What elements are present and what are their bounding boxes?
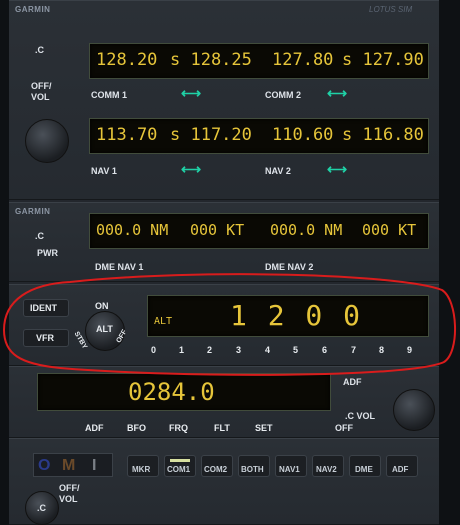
digit-6-button[interactable]: 6 — [322, 345, 327, 355]
set-button[interactable]: SET — [255, 423, 273, 433]
comm1-label: COMM 1 — [91, 90, 127, 100]
c-label: .C — [35, 45, 44, 55]
audio-dme-button[interactable]: DME — [349, 455, 381, 477]
dme-panel: GARMIN .C PWR 000.0 NM 000 KT 000.0 NM 0… — [9, 202, 439, 282]
nav2-standby-frequency: s 116.80 — [342, 125, 424, 145]
dme-display: 000.0 NM 000 KT 000.0 NM 000 KT — [89, 213, 429, 249]
comm-display: 128.20 s 128.25 127.80 s 127.90 — [89, 43, 429, 79]
comm2-label: COMM 2 — [265, 90, 301, 100]
digit-4-button[interactable]: 4 — [265, 345, 270, 355]
dme-nav2-distance: 000.0 NM — [270, 221, 343, 239]
com1-active-indicator — [170, 459, 190, 462]
nav2-label: NAV 2 — [265, 166, 291, 176]
audio-both-button[interactable]: BOTH — [238, 455, 270, 477]
dme-nav1-label: DME NAV 1 — [95, 262, 144, 272]
transponder-display: ALT 1 2 0 0 — [147, 295, 429, 337]
garmin-logo: GARMIN — [15, 207, 51, 216]
dme-nav2-label: DME NAV 2 — [265, 262, 314, 272]
transponder-panel: IDENT VFR ON ALT STBY OFF ALT 1 2 0 0 0 … — [9, 284, 439, 366]
comm1-standby-frequency: s 128.25 — [170, 50, 252, 70]
off-vol-label-2: VOL — [31, 92, 50, 102]
adf-top-label: ADF — [343, 377, 362, 387]
mode-selector-knob[interactable]: ALT — [85, 311, 125, 351]
digit-7-button[interactable]: 7 — [351, 345, 356, 355]
nav1-standby-frequency: s 117.20 — [170, 125, 252, 145]
digit-1-button[interactable]: 1 — [179, 345, 184, 355]
comm2-swap-arrow-icon[interactable]: ⟷ — [327, 86, 347, 100]
c-label: .C — [35, 231, 44, 241]
digit-0-button[interactable]: 0 — [151, 345, 156, 355]
comm1-active-frequency: 128.20 — [96, 50, 158, 70]
pwr-label: PWR — [37, 248, 58, 258]
digit-8-button[interactable]: 8 — [379, 345, 384, 355]
adf-off-label: OFF — [335, 423, 353, 433]
off-vol-label-1: OFF/ — [31, 81, 52, 91]
bfo-button[interactable]: BFO — [127, 423, 146, 433]
frq-button[interactable]: FRQ — [169, 423, 188, 433]
nav1-label: NAV 1 — [91, 166, 117, 176]
outer-marker-light: O — [38, 457, 51, 474]
off-vol-label-2: VOL — [59, 494, 78, 504]
adf-button[interactable]: ADF — [85, 423, 104, 433]
off-vol-label-1: OFF/ — [59, 483, 80, 493]
garmin-logo: GARMIN — [15, 5, 51, 14]
nav1-active-frequency: 113.70 — [96, 125, 158, 145]
dme-nav1-speed: 000 KT — [190, 221, 245, 239]
audio-panel: O M I MKR COM1 COM2 BOTH NAV1 NAV2 DME A… — [9, 438, 439, 525]
middle-marker-light: M — [62, 457, 76, 474]
comm1-swap-arrow-icon[interactable]: ⟷ — [181, 86, 201, 100]
brand-right: LOTUS SIM — [369, 5, 413, 14]
comm-nav-panel: GARMIN LOTUS SIM .C OFF/ VOL 128.20 s 12… — [9, 0, 439, 200]
adf-volume-knob[interactable] — [393, 389, 435, 431]
volume-knob[interactable] — [25, 119, 69, 163]
adf-display: 0284.0 — [37, 373, 331, 411]
vfr-button[interactable]: VFR — [23, 329, 69, 347]
audio-com2-button[interactable]: COM2 — [201, 455, 233, 477]
adf-panel: 0284.0 ADF .C VOL OFF ADF BFO FRQ FLT SE… — [9, 366, 439, 438]
audio-nav1-button[interactable]: NAV1 — [275, 455, 307, 477]
c-label: .C — [37, 503, 46, 513]
dme-nav1-distance: 000.0 NM — [96, 221, 169, 239]
c-vol-label: .C VOL — [345, 411, 376, 421]
flt-button[interactable]: FLT — [214, 423, 230, 433]
audio-mkr-button[interactable]: MKR — [127, 455, 159, 477]
digit-5-button[interactable]: 5 — [293, 345, 298, 355]
digit-9-button[interactable]: 9 — [407, 345, 412, 355]
digit-2-button[interactable]: 2 — [207, 345, 212, 355]
comm2-standby-frequency: s 127.90 — [342, 50, 424, 70]
audio-nav2-button[interactable]: NAV2 — [312, 455, 344, 477]
transponder-mode: ALT — [154, 316, 173, 327]
inner-marker-light: I — [92, 457, 97, 474]
audio-com1-button[interactable]: COM1 — [164, 455, 196, 477]
adf-frequency: 0284.0 — [128, 378, 215, 406]
dme-nav2-speed: 000 KT — [362, 221, 417, 239]
ident-button[interactable]: IDENT — [23, 299, 69, 317]
mode-on-label: ON — [95, 301, 109, 311]
nav1-swap-arrow-icon[interactable]: ⟷ — [181, 162, 201, 176]
digit-3-button[interactable]: 3 — [236, 345, 241, 355]
comm2-active-frequency: 127.80 — [272, 50, 334, 70]
nav2-swap-arrow-icon[interactable]: ⟷ — [327, 162, 347, 176]
radio-stack: GARMIN LOTUS SIM .C OFF/ VOL 128.20 s 12… — [9, 0, 439, 525]
nav2-active-frequency: 110.60 — [272, 125, 334, 145]
nav-display: 113.70 s 117.20 110.60 s 116.80 — [89, 118, 429, 154]
transponder-code: 1 2 0 0 — [230, 299, 363, 332]
omi-marker-lights: O M I — [33, 453, 113, 477]
audio-adf-button[interactable]: ADF — [386, 455, 418, 477]
